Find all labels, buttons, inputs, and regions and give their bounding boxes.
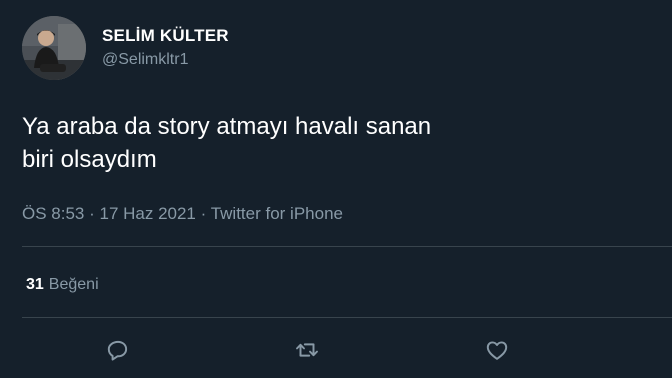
user-handle[interactable]: @Selimkltr1	[102, 50, 229, 70]
reply-icon	[107, 340, 128, 361]
likes-label: Beğeni	[48, 276, 99, 293]
author-info: SELİM KÜLTER @Selimkltr1	[102, 26, 229, 70]
tweet-meta: ÖS 8:53 · 17 Haz 2021 · Twitter for iPho…	[22, 203, 343, 225]
divider	[22, 246, 672, 247]
likes-stat[interactable]: 31 Beğeni	[26, 274, 99, 296]
tweet-text-line: Ya araba da story atmayı havalı sanan	[22, 113, 432, 140]
display-name[interactable]: SELİM KÜLTER	[102, 26, 229, 46]
tweet-source[interactable]: Twitter for iPhone	[211, 204, 343, 223]
like-button[interactable]	[483, 336, 511, 364]
avatar[interactable]	[22, 16, 86, 80]
meta-separator: ·	[195, 204, 211, 223]
tweet-time[interactable]: ÖS 8:53	[22, 204, 84, 223]
retweet-icon	[296, 343, 318, 357]
tweet-text: Ya araba da story atmayı havalı sanan bi…	[22, 110, 622, 176]
reply-button[interactable]	[104, 336, 132, 364]
divider	[22, 317, 672, 318]
tweet-card: SELİM KÜLTER @Selimkltr1 Ya araba da sto…	[0, 0, 672, 378]
avatar-photo	[22, 16, 86, 80]
tweet-text-line: biri olsaydım	[22, 146, 157, 173]
likes-count: 31	[26, 276, 44, 293]
tweet-date[interactable]: 17 Haz 2021	[99, 204, 195, 223]
retweet-button[interactable]	[293, 336, 321, 364]
heart-icon	[486, 341, 508, 360]
meta-separator: ·	[84, 204, 100, 223]
